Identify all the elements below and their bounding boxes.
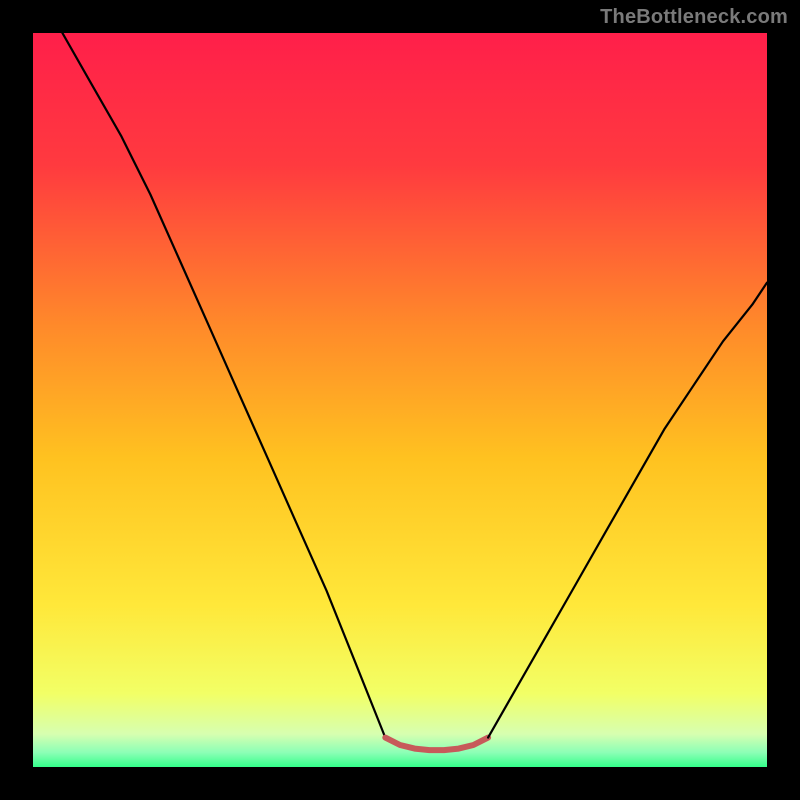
series-bottleneck-curve-right	[488, 283, 767, 738]
series-bottleneck-curve-left	[62, 33, 385, 738]
chart-frame: TheBottleneck.com	[0, 0, 800, 800]
plot-area	[33, 33, 767, 767]
bottleneck-curve	[33, 33, 767, 767]
watermark-text: TheBottleneck.com	[600, 6, 788, 29]
series-flat-minimum	[385, 738, 488, 751]
